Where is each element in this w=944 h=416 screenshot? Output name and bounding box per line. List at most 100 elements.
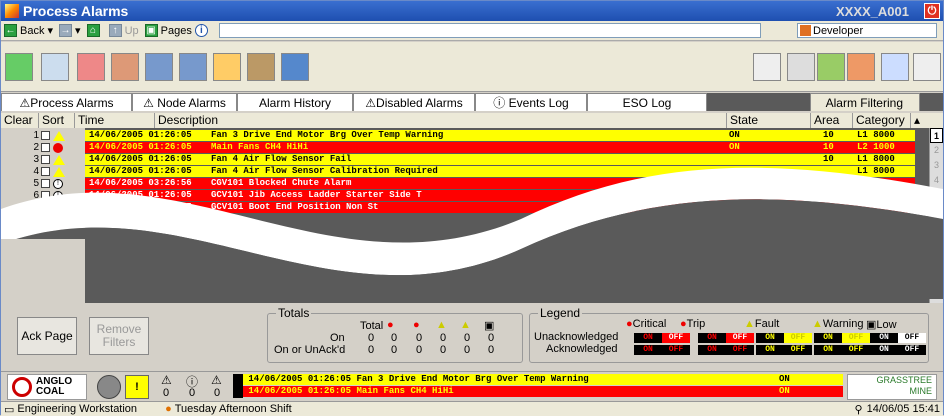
anglo-coal-icon [12,377,32,397]
shearer-icon[interactable] [111,53,139,81]
col-area[interactable]: Area [811,113,853,128]
workstation-icon: ▭ [4,403,15,416]
close-icon[interactable]: ⏻ [924,3,940,19]
warning-count: 0 [163,387,170,399]
user-icon [800,25,811,36]
help-icon[interactable] [881,53,909,81]
col-category[interactable]: Category [853,113,911,128]
shift-icon: ● [165,403,172,415]
legend-cell-off: OFF [726,333,754,343]
legend-cell-off: OFF [784,333,812,343]
legend-cell-on: ON [870,345,898,355]
total-value: 0 [368,332,375,344]
legend-cell-on: ON [814,333,842,343]
totals-panel: Totals Total ● ● ▲ ▲ ▣ On On or UnAck'd … [267,306,523,363]
tab-alarm-filtering[interactable]: Alarm Filtering [810,93,920,111]
legend-panel: Legend ●Critical ●Trip ▲Fault ▲Warning ▣… [529,306,929,363]
page-number[interactable]: 1 [930,128,943,143]
tools-settings-icon[interactable] [787,53,815,81]
fault-icon: ▲ [436,319,447,331]
gas-icon[interactable] [213,53,241,81]
col-state[interactable]: State [727,113,811,128]
users-icon[interactable] [847,53,875,81]
forward-button[interactable]: → ▾ [59,24,81,37]
address-field[interactable] [218,23,761,38]
tab-node-alarms[interactable]: ⚠ Node Alarms [132,93,237,111]
warning-ack-icon[interactable]: ! [125,375,149,399]
navigation-bar: ← Back ▾ → ▾ ⌂ ↑ Up ▣ Pages i Developer [1,21,943,41]
air-icon[interactable] [281,53,309,81]
legend-cell-off: OFF [842,333,870,343]
pages-icon: ▣ [144,24,158,37]
legend-cell-on: ON [756,345,784,355]
status-bar: ▭ Engineering Workstation ● Tuesday Afte… [1,401,943,416]
table-row[interactable]: 14/06/2005 01:26:05 Fan 3 Drive End Motor… [85,130,915,141]
total-value: 0 [416,332,423,344]
legend-cell-on: ON [756,333,784,343]
home-button[interactable]: ⌂ [86,24,103,37]
tools-icon[interactable] [5,53,33,81]
legend-ack-label: Acknowledged [546,343,618,355]
node-count: 0 [214,387,221,399]
legend-cell-on: ON [698,333,726,343]
tab-events-log[interactable]: ⓘ Events Log [475,93,587,111]
legend-cell-off: OFF [842,345,870,355]
pump-icon[interactable] [247,53,275,81]
tab-bar: ⚠ Process Alarms ⚠ Node Alarms Alarm Hist… [1,93,943,111]
up-icon: ↑ [108,24,122,37]
row-number: 1 [33,130,39,141]
maintenance-icon[interactable] [817,53,845,81]
tab-alarm-history[interactable]: Alarm History [237,93,353,111]
banner-alarm-1[interactable]: 14/06/2005 01:26:05 Fan 3 Drive End Moto… [243,374,843,385]
user-selector[interactable]: Developer [797,23,937,38]
conveyor-icon[interactable] [77,53,105,81]
info-icon[interactable]: i [194,24,208,37]
legend-cell-off: OFF [662,345,690,355]
banner-alarm-2[interactable]: 14/06/2005 01:26:05 Main Fans CH4 HiHi ON [243,386,843,397]
legend-trip: Trip [686,318,706,330]
col-sort[interactable]: Sort [39,113,75,128]
col-clear[interactable]: Clear [1,113,39,128]
pages-button[interactable]: ▣ Pages i [144,24,211,37]
tab-eso-log[interactable]: ESO Log [587,93,707,111]
warning-count-icon: ⚠ [161,373,172,387]
info-count: 0 [189,387,196,399]
tab-process-alarms[interactable]: ⚠ Process Alarms [1,93,132,111]
row-description: Fan 3 Drive End Motor Brg Over Temp Warn… [211,130,444,140]
trip-icon: ● [413,319,420,331]
legend-cell-on: ON [634,345,662,355]
bottom-panel: Ack Page Remove Filters Totals Total ● ●… [1,304,943,369]
remove-filters-button[interactable]: Remove Filters [89,317,149,355]
total-value: 0 [391,344,398,356]
tab-disabled-alarms[interactable]: ⚠ Disabled Alarms [353,93,475,111]
total-value: 0 [464,344,471,356]
totals-on-label: On [330,332,345,344]
legend-unack-label: Unacknowledged [534,331,619,343]
airflow-icon[interactable] [41,53,69,81]
legend-cell-on: ON [634,333,662,343]
back-button[interactable]: ← Back ▾ [4,24,53,37]
fan1-icon[interactable] [145,53,173,81]
home-icon: ⌂ [86,24,100,37]
legend-cell-off: OFF [898,333,926,343]
clear-checkbox[interactable] [41,131,50,140]
horn-icon[interactable] [97,375,121,399]
scroll-up-icon[interactable]: ▴ [911,113,925,128]
col-time[interactable]: Time [75,113,155,128]
fan2-icon[interactable] [179,53,207,81]
shift-name: Tuesday Afternoon Shift [174,403,292,415]
total-value: 0 [488,344,495,356]
print-icon[interactable] [913,53,941,81]
toolbar [1,42,943,92]
back-arrow-icon: ← [4,24,17,37]
col-description[interactable]: Description [155,113,727,128]
ack-page-button[interactable]: Ack Page [17,317,77,355]
total-value: 0 [440,332,447,344]
total-value: 0 [440,344,447,356]
total-value: 0 [488,332,495,344]
chart-icon[interactable] [753,53,781,81]
legend-cell-off: OFF [726,345,754,355]
up-button[interactable]: ↑ Up [108,24,139,37]
row-state: ON [729,130,740,140]
legend-fault: Fault [754,318,780,330]
